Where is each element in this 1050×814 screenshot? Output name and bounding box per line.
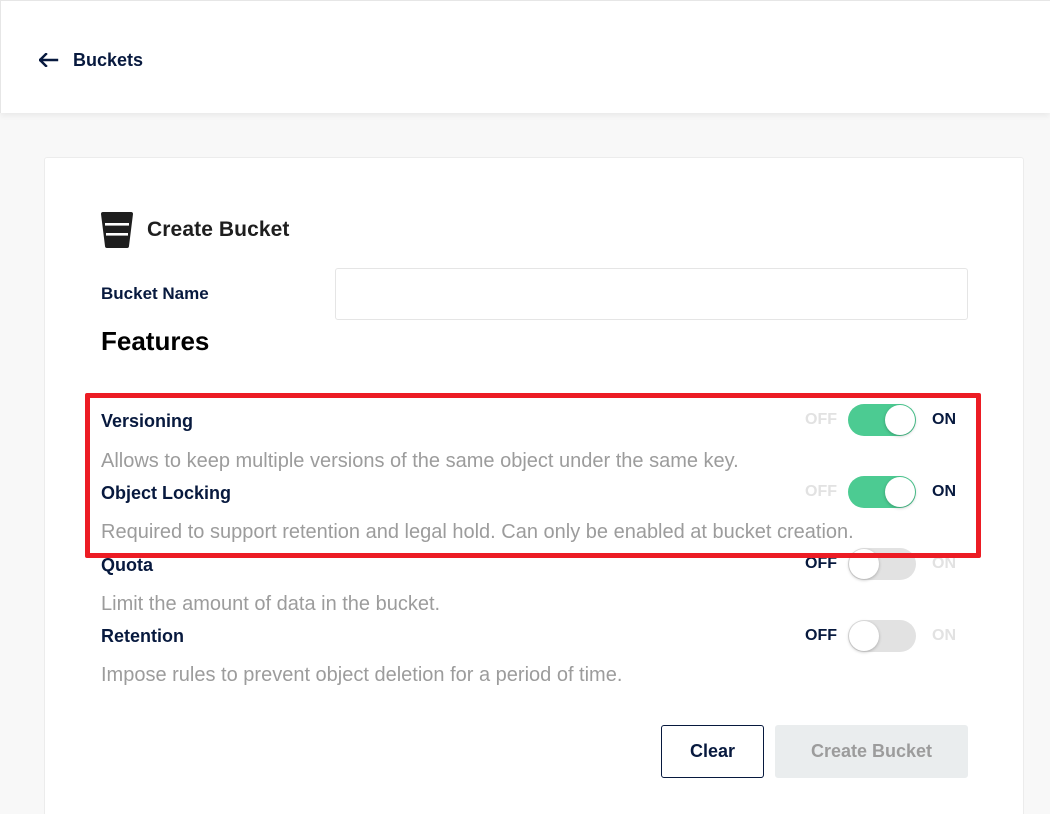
form-title-row: Create Bucket (100, 212, 290, 248)
toggle-off-label: OFF (805, 555, 837, 572)
retention-toggle[interactable]: OFF ON (805, 618, 965, 654)
toggle-thumb (885, 477, 915, 507)
quota-description: Limit the amount of data in the bucket. (101, 593, 441, 615)
toggle-track (848, 476, 916, 508)
bucket-name-label: Bucket Name (101, 284, 209, 303)
toggle-thumb (849, 549, 879, 579)
toggle-on-label: ON (932, 483, 956, 500)
features-heading: Features (101, 326, 210, 356)
toggle-off-label: OFF (805, 627, 837, 644)
quota-toggle[interactable]: OFF ON (805, 546, 965, 582)
object-locking-title: Object Locking (101, 483, 232, 503)
toggle-off-label: OFF (805, 483, 837, 500)
quota-title: Quota (101, 555, 153, 575)
toggle-thumb (849, 621, 879, 651)
retention-description: Impose rules to prevent object deletion … (101, 664, 623, 686)
create-bucket-button[interactable]: Create Bucket (775, 725, 968, 778)
versioning-description: Allows to keep multiple versions of the … (101, 450, 739, 472)
bucket-icon (101, 212, 133, 248)
back-label: Buckets (73, 49, 144, 70)
toggle-off-label: OFF (805, 411, 837, 428)
object-locking-description: Required to support retention and legal … (101, 521, 854, 543)
toggle-thumb (885, 405, 915, 435)
toggle-track (848, 404, 916, 436)
retention-title: Retention (101, 626, 184, 646)
bucket-name-input[interactable] (335, 268, 968, 320)
toggle-track (848, 548, 916, 580)
toggle-track (848, 620, 916, 652)
object-locking-toggle[interactable]: OFF ON (805, 474, 965, 510)
versioning-title: Versioning (101, 411, 194, 431)
clear-button[interactable]: Clear (661, 725, 764, 778)
toggle-on-label: ON (932, 627, 956, 644)
back-to-buckets-link[interactable]: Buckets (39, 47, 143, 73)
top-bar: Buckets (0, 0, 1050, 113)
arrow-left-icon (39, 53, 59, 67)
toggle-on-label: ON (932, 555, 956, 572)
form-title: Create Bucket (147, 218, 290, 241)
versioning-toggle[interactable]: OFF ON (805, 402, 965, 438)
toggle-on-label: ON (932, 411, 956, 428)
